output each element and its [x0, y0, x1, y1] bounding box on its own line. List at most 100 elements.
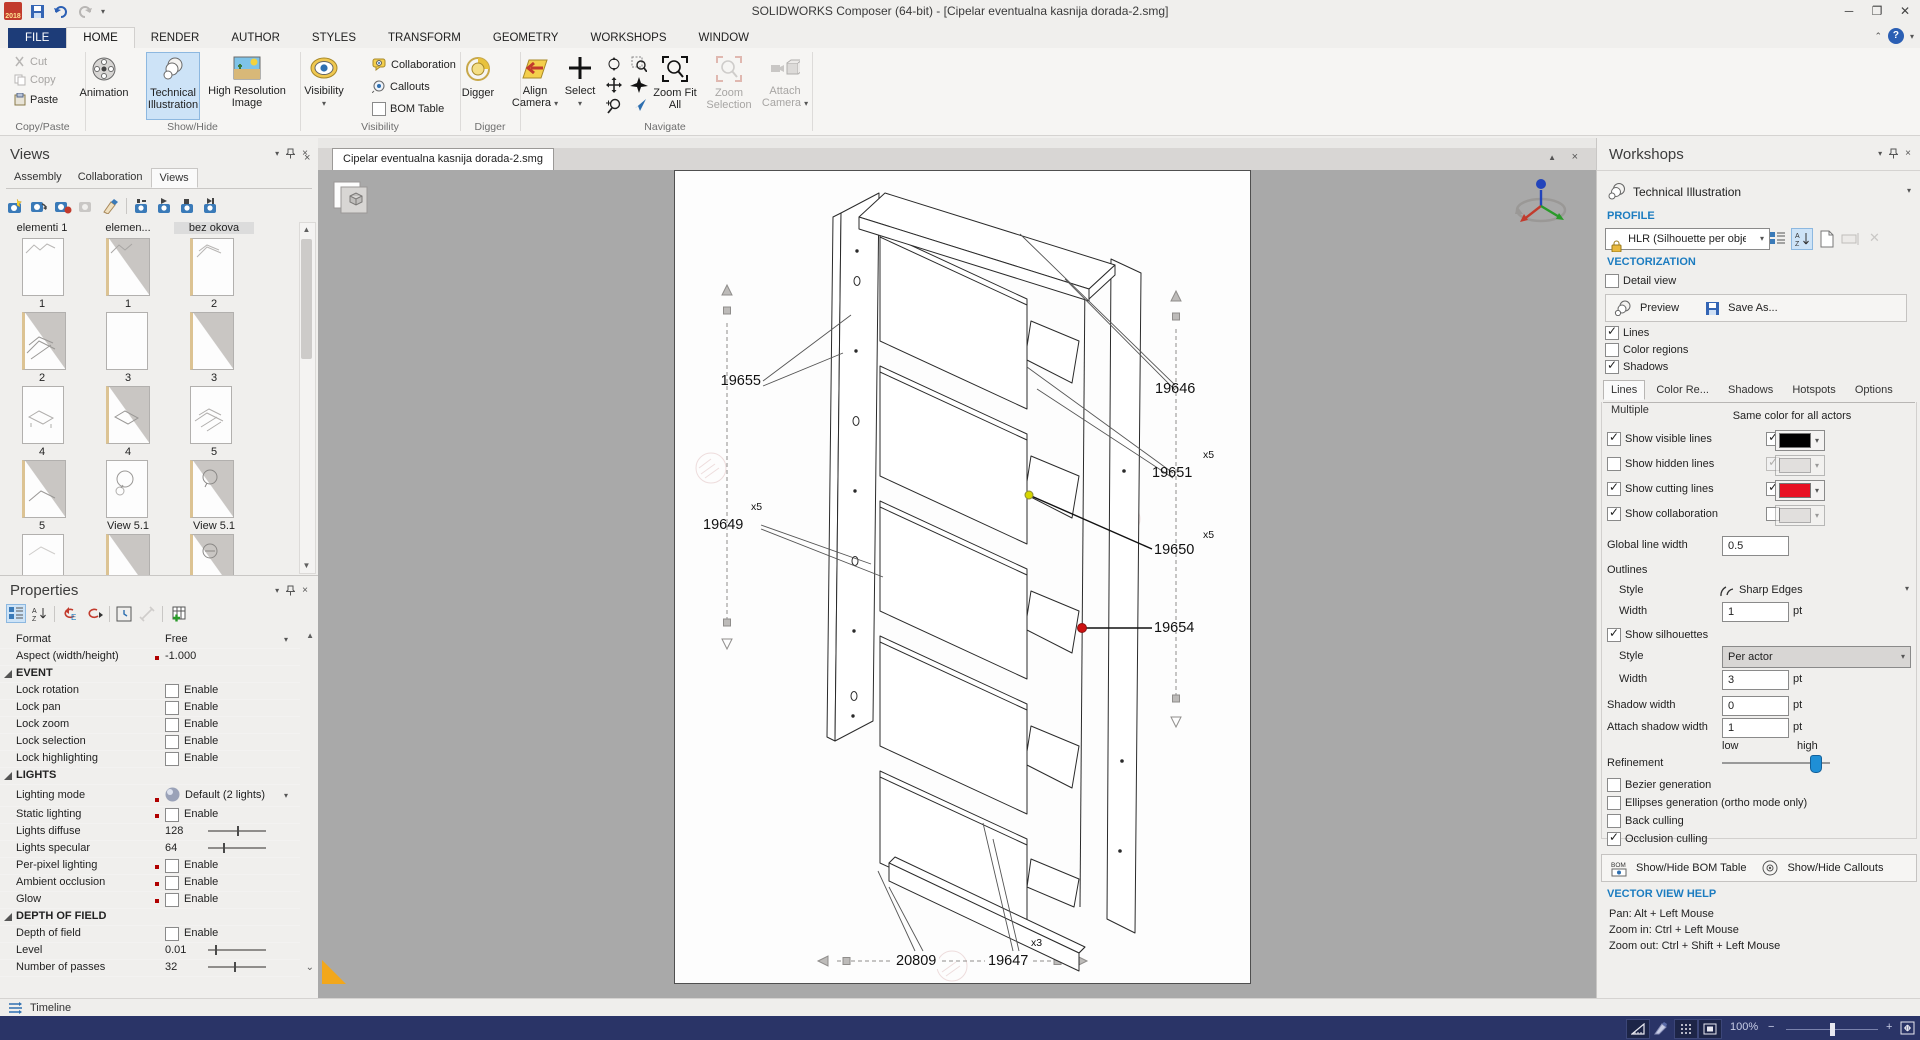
scroll-down-icon[interactable]: ▼ — [300, 559, 313, 573]
view-caption[interactable]: View 5.1 — [174, 520, 254, 532]
tabstrip-close-icon[interactable]: × — [304, 152, 310, 164]
back-culling-row[interactable]: Back culling — [1597, 814, 1920, 828]
walk-icon[interactable] — [630, 77, 648, 93]
history-icon[interactable] — [116, 606, 133, 622]
view-caption[interactable]: 1 — [2, 298, 82, 310]
view-caption[interactable]: 5 — [174, 446, 254, 458]
property-row[interactable]: Lock rotationEnable — [0, 682, 300, 700]
callouts-toggle[interactable]: Callouts — [372, 80, 430, 93]
animation-button[interactable]: Animation — [74, 56, 134, 99]
view-thumbnail[interactable] — [106, 238, 150, 296]
technical-illustration-button[interactable]: Technical Illustration — [146, 52, 200, 120]
profile-combo[interactable]: HLR (Silhouette per object) + Sh ▾ — [1605, 228, 1770, 250]
workshops-panel-close-icon[interactable]: × — [1905, 148, 1911, 159]
property-row[interactable]: Static lightingEnable — [0, 806, 300, 824]
visibility-button[interactable]: Visibility▾ — [294, 56, 354, 110]
workshops-panel-pin-icon[interactable] — [1889, 148, 1898, 159]
drawing-page[interactable]: 19655 19646 x5 19651 x5 19649 x5 19650 1… — [674, 170, 1251, 984]
show-cutting-lines-checkbox[interactable] — [1607, 482, 1621, 496]
expand-event-icon[interactable]: E — [61, 606, 79, 622]
play-first-view-icon[interactable] — [133, 198, 150, 214]
show-hide-bom-button[interactable]: Show/Hide BOM Table — [1636, 862, 1746, 874]
show-hidden-lines-checkbox[interactable] — [1607, 457, 1621, 471]
property-row[interactable]: Number of passes32 — [0, 959, 300, 977]
workshops-panel-menu-icon[interactable]: ▾ — [1878, 149, 1882, 158]
ellipses-generation-checkbox[interactable] — [1607, 796, 1621, 810]
bezier-generation-row[interactable]: Bezier generation — [1597, 778, 1920, 792]
show-silhouettes-row[interactable]: Show silhouettes — [1597, 628, 1920, 642]
lock-selection-checkbox[interactable] — [165, 735, 179, 749]
view-caption[interactable]: 1 — [88, 298, 168, 310]
outlines-style-combo[interactable]: Sharp Edges — [1739, 584, 1803, 596]
property-section-lights[interactable]: LIGHTS — [0, 767, 300, 785]
help-dropdown-icon[interactable]: ▾ — [1910, 32, 1914, 41]
update-view-icon[interactable] — [30, 198, 48, 214]
color-regions-checkbox[interactable] — [1605, 343, 1619, 357]
property-section-depth-of-field[interactable]: DEPTH OF FIELD — [0, 908, 300, 926]
add-table-icon[interactable] — [169, 605, 187, 622]
workshop-selector[interactable]: Technical Illustration ▾ — [1597, 180, 1920, 204]
occlusion-culling-row[interactable]: Occlusion culling — [1597, 832, 1920, 846]
glow-checkbox[interactable] — [165, 893, 179, 907]
dof-level-slider[interactable] — [208, 949, 266, 951]
tab-geometry[interactable]: GEOMETRY — [477, 28, 575, 48]
restore-button[interactable]: ❐ — [1864, 2, 1890, 20]
callout-anchor-red[interactable] — [1078, 624, 1087, 633]
views-scrollbar[interactable]: ▲ ▼ — [299, 222, 316, 574]
orbit-icon[interactable] — [606, 56, 622, 72]
property-row[interactable]: FormatFree▾ — [0, 631, 300, 649]
property-row[interactable]: Lights diffuse128 — [0, 823, 300, 841]
occlusion-culling-checkbox[interactable] — [1607, 832, 1621, 846]
property-row[interactable]: Depth of fieldEnable — [0, 925, 300, 943]
zoom-in-icon[interactable]: + — [1886, 1021, 1892, 1033]
expand-all-icon[interactable] — [85, 606, 103, 622]
refinement-slider-handle[interactable] — [1810, 755, 1822, 773]
shadow-width-input[interactable]: 0 — [1722, 696, 1789, 716]
view-caption[interactable]: 3 — [174, 372, 254, 384]
tab-hotspots[interactable]: Hotspots — [1784, 380, 1843, 400]
view-thumbnail[interactable] — [106, 460, 148, 518]
lights-specular-slider[interactable] — [208, 847, 266, 849]
view-caption-selected[interactable]: bez okova — [174, 222, 254, 234]
lock-zoom-checkbox[interactable] — [165, 718, 179, 732]
property-row[interactable]: Lighting mode Default (2 lights) ▾ — [0, 784, 300, 807]
update-all-views-icon[interactable] — [54, 198, 72, 214]
fly-icon[interactable] — [631, 98, 647, 112]
detail-view-checkbox[interactable] — [1605, 274, 1619, 288]
silhouettes-style-combo[interactable]: Per actor▾ — [1722, 646, 1911, 668]
views-scrollbar-thumb[interactable] — [301, 239, 312, 359]
color-regions-check-row[interactable]: Color regions — [1597, 343, 1920, 357]
pages-icon[interactable] — [332, 176, 372, 216]
properties-panel-pin-icon[interactable] — [286, 585, 295, 596]
properties-scroll-down-icon[interactable]: ⌄ — [306, 962, 314, 973]
static-lighting-checkbox[interactable] — [165, 808, 179, 822]
grid-toggle-button[interactable] — [1674, 1019, 1698, 1039]
global-line-width-input[interactable]: 0.5 — [1722, 536, 1789, 556]
view-thumbnail[interactable] — [190, 386, 232, 444]
show-collaboration-checkbox[interactable] — [1607, 507, 1621, 521]
bom-table-checkbox[interactable] — [372, 102, 386, 116]
properties-panel-menu-icon[interactable]: ▾ — [275, 586, 279, 595]
preview-button[interactable]: Preview — [1640, 302, 1679, 314]
view-thumbnail[interactable] — [22, 386, 64, 444]
ambient-occlusion-checkbox[interactable] — [165, 876, 179, 890]
view-caption[interactable]: 3 — [88, 372, 168, 384]
play-view-icon[interactable] — [156, 198, 173, 214]
bom-table-toggle[interactable]: BOM Table — [372, 102, 444, 116]
stop-view-icon[interactable] — [179, 198, 196, 214]
view-caption[interactable]: elementi 1 — [2, 222, 82, 234]
view-thumbnail[interactable] — [190, 312, 234, 370]
callout-label[interactable]: 19655 — [705, 373, 761, 389]
property-row[interactable]: Lock zoomEnable — [0, 716, 300, 734]
tab-file[interactable]: FILE — [8, 28, 66, 48]
depth-of-field-checkbox[interactable] — [165, 927, 179, 941]
view-caption[interactable]: elemen... — [88, 222, 168, 234]
tabstrip-close2-icon[interactable]: × — [1572, 151, 1578, 163]
attach-shadow-width-input[interactable]: 1 — [1722, 718, 1789, 738]
bezier-generation-checkbox[interactable] — [1607, 778, 1621, 792]
tabstrip-up-icon[interactable]: ▲ — [1548, 153, 1556, 162]
zoom-fit-all-button[interactable]: Zoom Fit All — [650, 56, 700, 111]
paint-view-icon[interactable] — [102, 198, 120, 214]
view-thumbnail[interactable] — [106, 386, 150, 444]
callout-label[interactable]: 19654 — [1154, 620, 1194, 636]
